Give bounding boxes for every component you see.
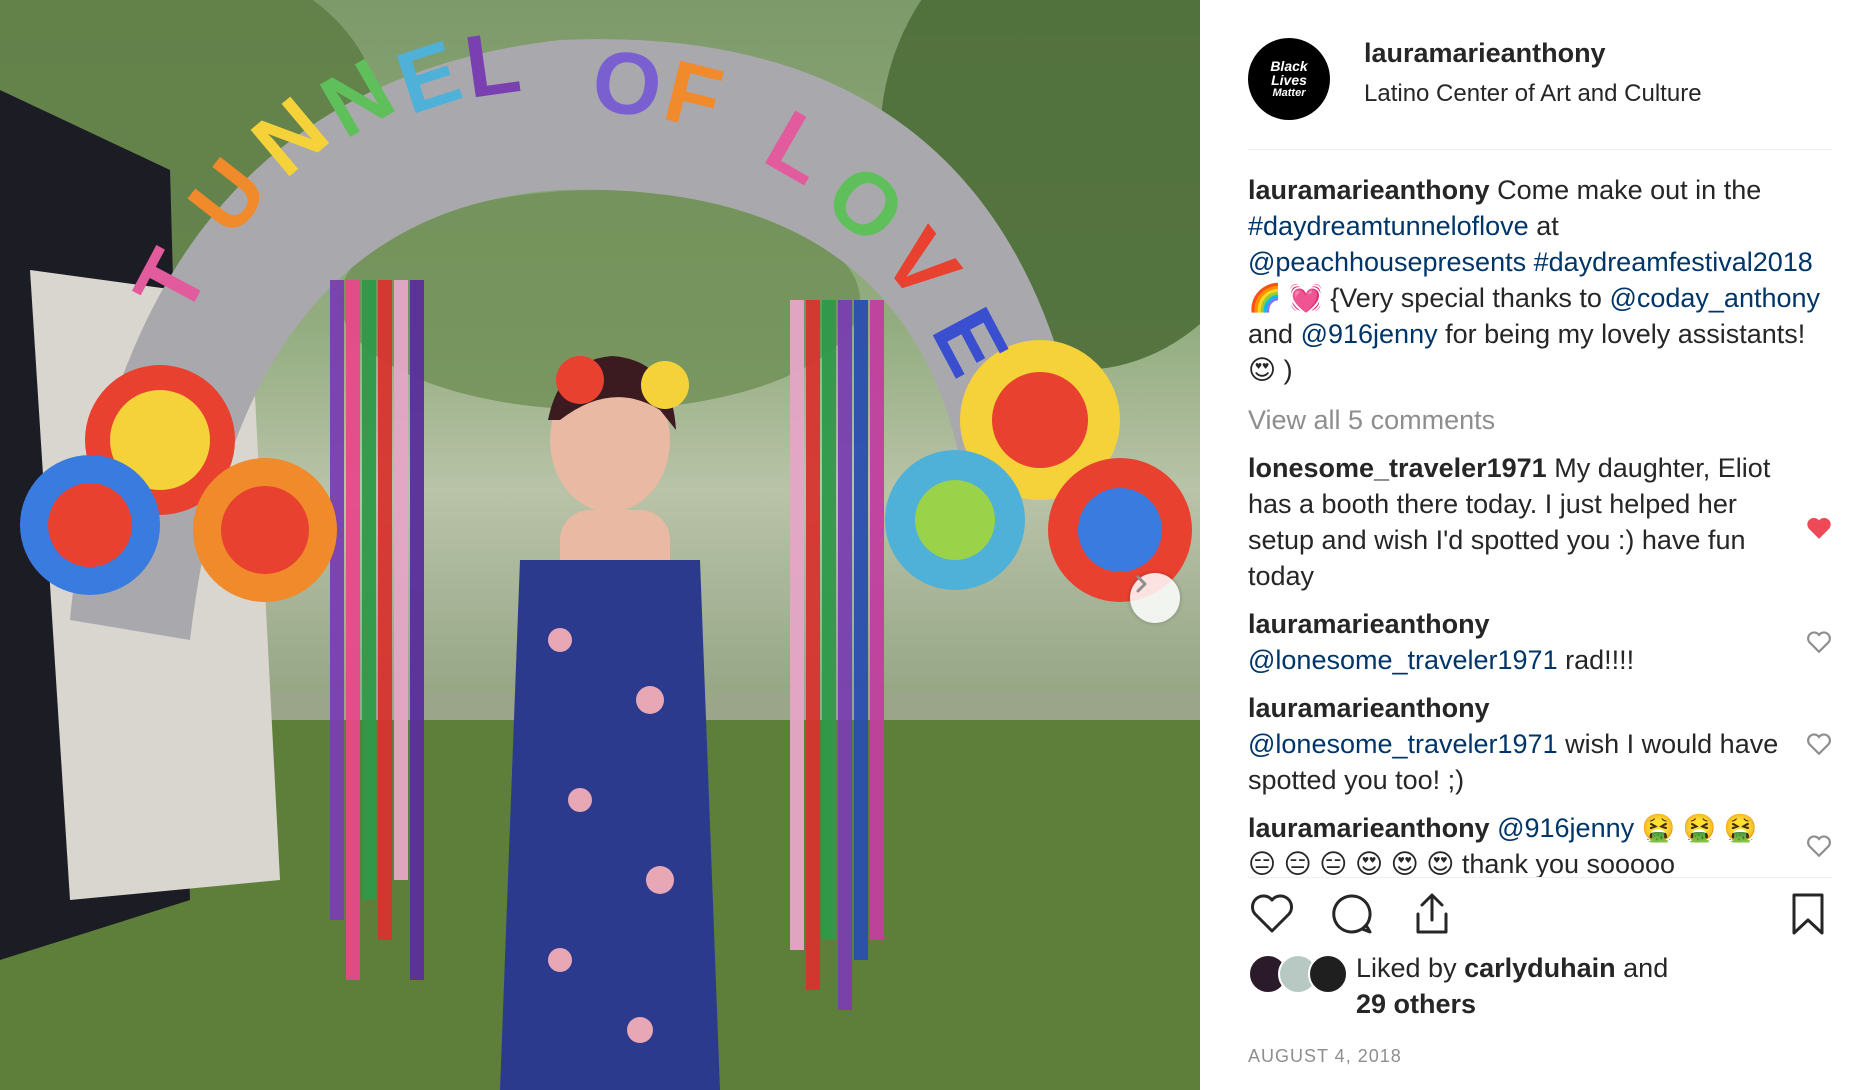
instagram-post: T U N N E L O F L O V E Black Lives Matt… [0,0,1864,1090]
comments-section[interactable]: lauramarieanthony Come make out in the #… [1248,172,1832,877]
comment-mention[interactable]: @916jenny [1497,813,1634,843]
bookmark-icon[interactable] [1784,890,1832,938]
next-photo-button[interactable] [1130,573,1180,623]
avatar-line-3: Matter [1272,86,1306,99]
comment-username[interactable]: lauramarieanthony [1248,609,1490,639]
comment-text: rad!!!! [1565,645,1635,675]
likes-others[interactable]: 29 others [1356,989,1476,1019]
comment-username[interactable]: lonesome_traveler1971 [1248,453,1547,483]
likes-prefix: Liked by [1356,953,1457,983]
caption-text-2: at [1536,211,1559,241]
caption-username[interactable]: lauramarieanthony [1248,175,1490,205]
comment-item: lauramarieanthony @lonesome_traveler1971… [1248,690,1832,798]
caption-emoji-1: 🌈 💓 [1248,283,1323,313]
comment-mention[interactable]: @lonesome_traveler1971 [1248,645,1558,675]
post-side-panel: Black Lives Matter lauramarieanthony Lat… [1200,0,1864,1090]
heart-icon[interactable] [1806,732,1832,756]
share-icon[interactable] [1408,890,1456,938]
caption-hashtag-1[interactable]: #daydreamtunneloflove [1248,211,1529,241]
likes-section: Liked by carlyduhain and 29 others [1248,950,1832,1030]
caption-hashtag-2[interactable]: #daydreamfestival2018 [1534,247,1813,277]
comment-username[interactable]: lauramarieanthony [1248,813,1490,843]
comment-username[interactable]: lauramarieanthony [1248,693,1490,723]
post-photo[interactable]: T U N N E L O F L O V E [0,0,1200,1090]
view-all-comments-link[interactable]: View all 5 comments [1248,402,1832,438]
comment-mention[interactable]: @lonesome_traveler1971 [1248,729,1558,759]
comment-icon[interactable] [1328,890,1376,938]
chevron-right-icon [1136,575,1147,593]
likes-text: Liked by carlyduhain and 29 others [1356,950,1668,1022]
likes-user[interactable]: carlyduhain [1464,953,1616,983]
action-bar [1248,877,1832,941]
caption-text-4: and [1248,319,1294,349]
post-header: Black Lives Matter lauramarieanthony Lat… [1248,30,1832,150]
heart-icon[interactable] [1806,630,1832,654]
heart-liked-icon[interactable] [1806,516,1832,540]
comment-item: lonesome_traveler1971 My daughter, Eliot… [1248,450,1832,594]
comment-item: lauramarieanthony @916jenny 🤮 🤮 🤮 😑 😑 😑 … [1248,810,1832,877]
caption-mention-2[interactable]: @coday_anthony [1609,283,1820,313]
avatar-line-1: Black [1270,57,1308,74]
caption-mention-1[interactable]: @peachhousepresents [1248,247,1526,277]
avatar[interactable]: Black Lives Matter [1248,38,1330,120]
avatar-line-2: Lives [1271,72,1307,89]
post-caption: lauramarieanthony Come make out in the #… [1248,172,1832,388]
caption-text-3: {Very special thanks to [1330,283,1602,313]
post-date[interactable]: AUGUST 4, 2018 [1248,1046,1402,1067]
header-location[interactable]: Latino Center of Art and Culture [1364,80,1702,108]
likes-and: and [1623,953,1669,983]
caption-mention-3[interactable]: @916jenny [1301,319,1438,349]
liker-avatar[interactable] [1308,954,1348,994]
svg-text:O: O [588,30,666,136]
header-username[interactable]: lauramarieanthony [1364,38,1606,69]
caption-text-1: Come make out in the [1497,175,1762,205]
comment-item: lauramarieanthony @lonesome_traveler1971… [1248,606,1832,678]
heart-icon[interactable] [1806,834,1832,858]
like-heart-icon[interactable] [1248,890,1296,938]
photo-illustration: T U N N E L O F L O V E [0,0,1200,1090]
